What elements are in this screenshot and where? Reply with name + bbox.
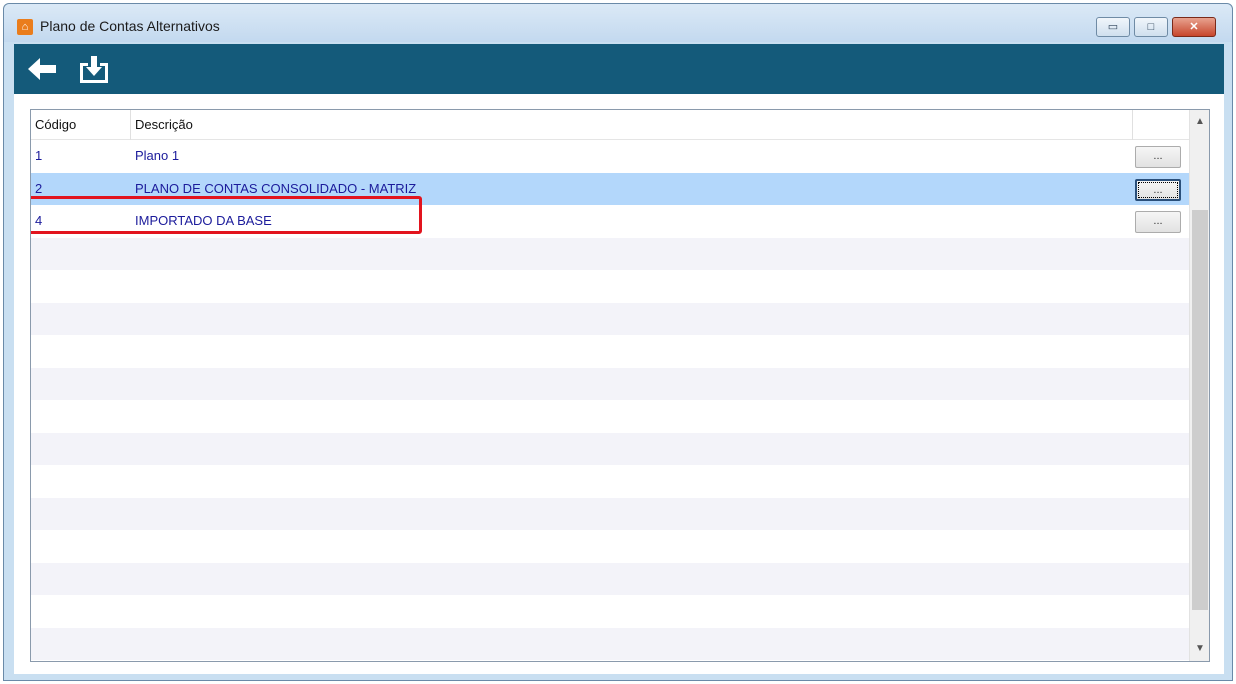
empty-row xyxy=(31,335,1189,368)
empty-row xyxy=(31,627,1189,660)
table-row-selected[interactable]: 2 PLANO DE CONTAS CONSOLIDADO - MATRIZ .… xyxy=(31,172,1189,205)
empty-row xyxy=(31,595,1189,628)
download-tray-icon xyxy=(80,56,108,83)
cell-descricao: Plano 1 xyxy=(135,148,180,163)
empty-row xyxy=(31,465,1189,498)
cell-codigo: 2 xyxy=(35,180,43,196)
column-header-actions xyxy=(1133,110,1189,140)
empty-row xyxy=(31,400,1189,433)
maximize-button[interactable]: □ xyxy=(1134,17,1168,37)
scroll-thumb[interactable] xyxy=(1192,210,1208,610)
row-details-button[interactable]: ... xyxy=(1135,146,1181,168)
accounts-grid: Código Descrição 1 Plano 1 ... 2 PLANO D… xyxy=(30,109,1210,662)
empty-row xyxy=(31,562,1189,595)
column-header-descricao[interactable]: Descrição xyxy=(131,110,1133,140)
title-bar[interactable]: ⌂ Plano de Contas Alternativos ▭ □ ✕ xyxy=(4,4,1232,42)
chevron-down-icon[interactable]: ▼ xyxy=(1190,639,1209,659)
arrow-left-icon xyxy=(28,58,56,80)
app-window: ⌂ Plano de Contas Alternativos ▭ □ ✕ Cód… xyxy=(3,3,1233,681)
empty-row xyxy=(31,432,1189,465)
table-row[interactable]: 1 Plano 1 ... xyxy=(31,140,1189,173)
grid-header: Código Descrição xyxy=(31,110,1189,140)
close-button[interactable]: ✕ xyxy=(1172,17,1216,37)
empty-row xyxy=(31,237,1189,270)
empty-row xyxy=(31,302,1189,335)
window-title: Plano de Contas Alternativos xyxy=(40,18,220,34)
chevron-up-icon[interactable]: ▲ xyxy=(1190,112,1209,132)
empty-row xyxy=(31,367,1189,400)
vertical-scrollbar[interactable]: ▲ ▼ xyxy=(1189,110,1209,661)
minimize-button[interactable]: ▭ xyxy=(1096,17,1130,37)
row-details-button[interactable]: ... xyxy=(1135,211,1181,233)
column-header-codigo[interactable]: Código xyxy=(31,110,131,140)
grid-rows: 1 Plano 1 ... 2 PLANO DE CONTAS CONSOLID… xyxy=(31,140,1189,660)
back-button[interactable] xyxy=(24,53,60,85)
cell-descricao: IMPORTADO DA BASE xyxy=(135,213,272,228)
toolbar xyxy=(14,44,1224,94)
empty-row xyxy=(31,497,1189,530)
empty-row xyxy=(31,530,1189,563)
empty-row xyxy=(31,270,1189,303)
table-row[interactable]: 4 IMPORTADO DA BASE ... xyxy=(31,205,1189,238)
row-details-button[interactable]: ... xyxy=(1135,178,1181,201)
content-area: Código Descrição 1 Plano 1 ... 2 PLANO D… xyxy=(14,94,1224,674)
export-button[interactable] xyxy=(76,53,112,85)
cell-codigo: 4 xyxy=(35,213,43,228)
cell-descricao: PLANO DE CONTAS CONSOLIDADO - MATRIZ xyxy=(135,180,417,196)
cell-codigo: 1 xyxy=(35,148,43,163)
app-icon: ⌂ xyxy=(17,19,33,35)
